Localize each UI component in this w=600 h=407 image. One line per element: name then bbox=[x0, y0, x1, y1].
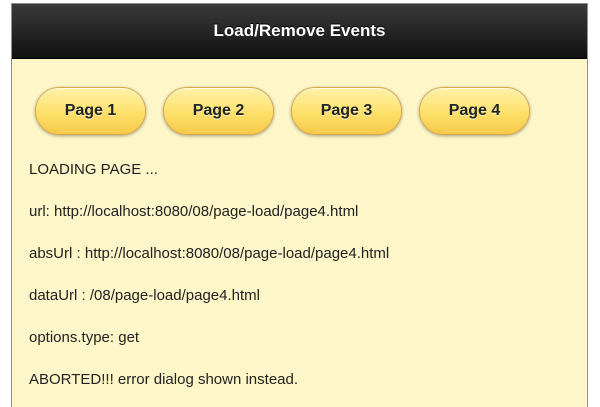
log-absurl-line: absUrl : http://localhost:8080/08/page-l… bbox=[29, 245, 390, 262]
page-button-group: Page 1 Page 2 Page 3 Page 4 bbox=[35, 87, 570, 135]
page-content: Page 1 Page 2 Page 3 Page 4 LOADING PAGE… bbox=[12, 87, 587, 401]
log-result-line: ABORTED!!! error dialog shown instead. bbox=[29, 371, 299, 388]
event-log: LOADING PAGE ... url: http://localhost:8… bbox=[29, 149, 570, 401]
log-options-type-line: options.type: get bbox=[29, 329, 140, 346]
page-2-button[interactable]: Page 2 bbox=[163, 87, 274, 135]
log-dataurl-line: dataUrl : /08/page-load/page4.html bbox=[29, 287, 260, 304]
log-status-line: LOADING PAGE ... bbox=[29, 161, 158, 178]
page-4-button[interactable]: Page 4 bbox=[419, 87, 530, 135]
log-url-line: url: http://localhost:8080/08/page-load/… bbox=[29, 203, 359, 220]
app-window: Load/Remove Events Page 1 Page 2 Page 3 … bbox=[11, 3, 588, 407]
page-1-button[interactable]: Page 1 bbox=[35, 87, 146, 135]
page-title: Load/Remove Events bbox=[213, 21, 386, 40]
page-header: Load/Remove Events bbox=[12, 4, 587, 59]
page-3-button[interactable]: Page 3 bbox=[291, 87, 402, 135]
